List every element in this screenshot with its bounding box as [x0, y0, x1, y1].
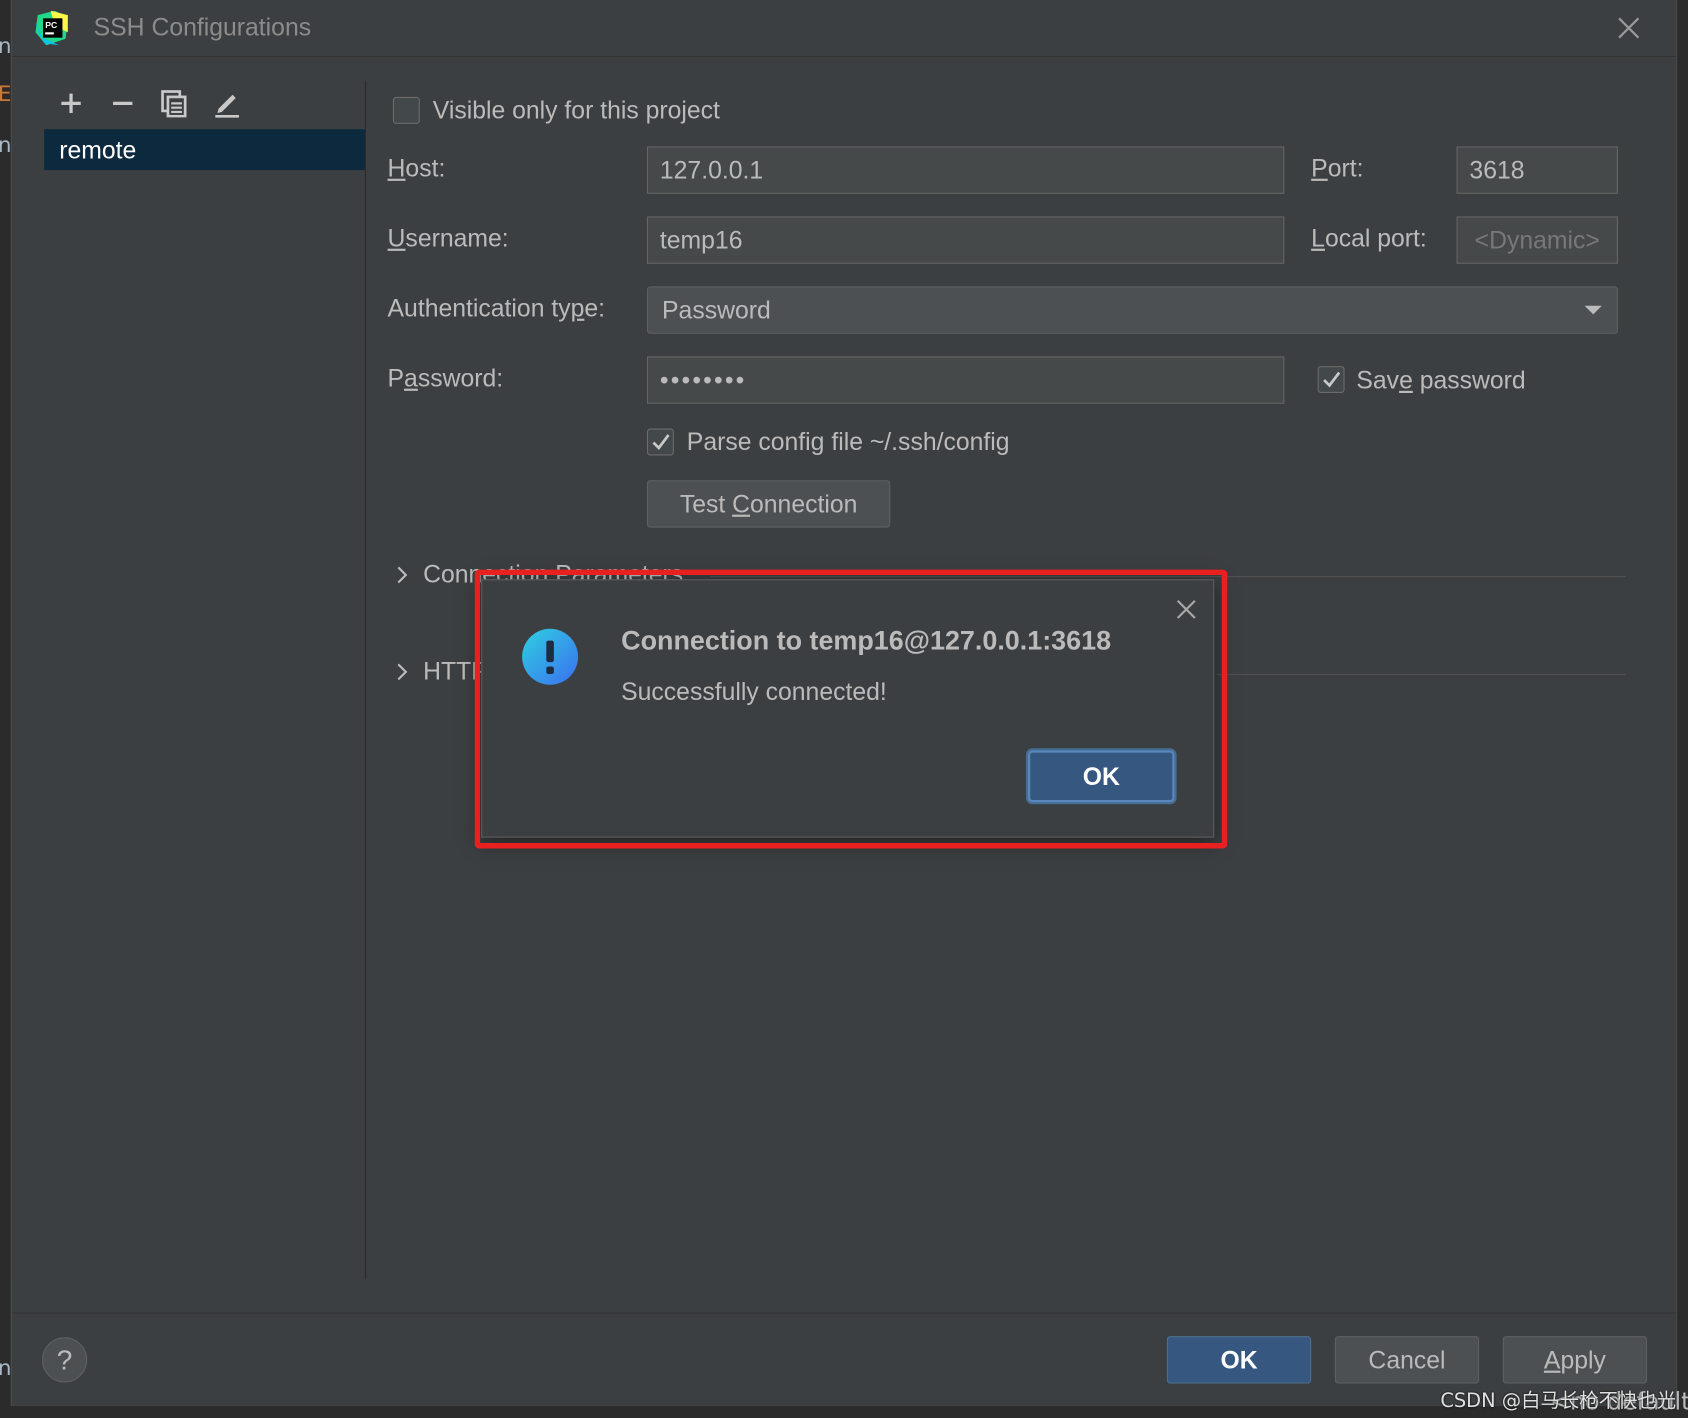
remove-icon[interactable] [105, 86, 139, 120]
local-port-input[interactable]: <Dynamic> [1456, 216, 1618, 264]
info-icon [521, 628, 579, 686]
section-http-proxy[interactable]: HTTP [423, 657, 488, 686]
save-password-checkbox[interactable] [1317, 366, 1345, 393]
dropdown-arrow-icon [1584, 305, 1602, 315]
close-icon[interactable] [1174, 598, 1198, 622]
svg-text:PC: PC [45, 20, 57, 30]
window-title: SSH Configurations [93, 12, 312, 41]
editor-background: n E n n [0, 0, 12, 1418]
port-input[interactable]: 3618 [1456, 146, 1618, 194]
section-divider [710, 576, 1626, 578]
editor-background-bottom: <no default s [0, 1389, 1688, 1418]
editor-fragment: E [0, 81, 11, 107]
panel-divider [364, 80, 367, 1280]
help-button[interactable]: ? [41, 1337, 88, 1383]
cancel-button[interactable]: Cancel [1334, 1336, 1480, 1384]
dialog-message: Successfully connected! [621, 677, 887, 706]
test-connection-button[interactable]: Test Connection [646, 480, 891, 528]
editor-background-right [1676, 0, 1688, 1418]
dialog-title: Connection to temp16@127.0.0.1:3618 [621, 625, 1112, 656]
chevron-right-icon[interactable] [394, 564, 411, 586]
host-label: Host: [387, 153, 446, 182]
footer-divider [11, 1312, 1677, 1314]
visible-only-checkbox[interactable] [392, 96, 420, 124]
password-input[interactable]: •••••••• [646, 356, 1285, 404]
parse-config-label: Parse config file ~/.ssh/config [686, 427, 1010, 456]
title-bar: PC SSH Configurations [11, 0, 1677, 58]
config-list-panel [11, 58, 367, 1280]
password-label: Password: [387, 363, 504, 392]
config-list-item[interactable]: remote [44, 129, 365, 171]
local-port-label: Local port: [1311, 223, 1427, 252]
host-input[interactable]: 127.0.0.1 [646, 146, 1285, 194]
section-divider [1216, 674, 1626, 676]
auth-type-label: Authentication type: [387, 293, 606, 322]
dialog-ok-button[interactable]: OK [1028, 750, 1175, 803]
pycharm-logo-icon: PC [35, 10, 70, 46]
editor-fragment: n [0, 32, 12, 58]
ok-button[interactable]: OK [1166, 1336, 1312, 1384]
editor-fragment: n [0, 1354, 12, 1380]
auth-type-value: Password [662, 296, 771, 325]
port-label: Port: [1311, 153, 1364, 182]
parse-config-checkbox[interactable] [646, 428, 674, 456]
username-input[interactable]: temp16 [646, 216, 1285, 264]
checkmark-icon [652, 434, 670, 450]
connection-result-dialog: Connection to temp16@127.0.0.1:3618 Succ… [481, 579, 1215, 838]
apply-button[interactable]: Apply [1502, 1336, 1648, 1384]
editor-fragment: n [0, 131, 12, 157]
visible-only-label: Visible only for this project [432, 95, 720, 124]
ssh-configurations-window: n E n n PC SSH Configurations [0, 0, 1688, 1418]
copy-icon[interactable] [157, 86, 191, 120]
checkmark-icon [1323, 371, 1341, 388]
add-icon[interactable] [54, 86, 88, 120]
username-label: Username: [387, 223, 509, 252]
chevron-right-icon[interactable] [394, 661, 411, 683]
save-password-label: Save password [1356, 366, 1526, 395]
close-icon[interactable] [1614, 13, 1644, 43]
auth-type-select[interactable]: Password [646, 286, 1618, 334]
edit-icon[interactable] [210, 86, 244, 120]
watermark-text: CSDN @白马长枪不快也光 [1440, 1390, 1677, 1413]
